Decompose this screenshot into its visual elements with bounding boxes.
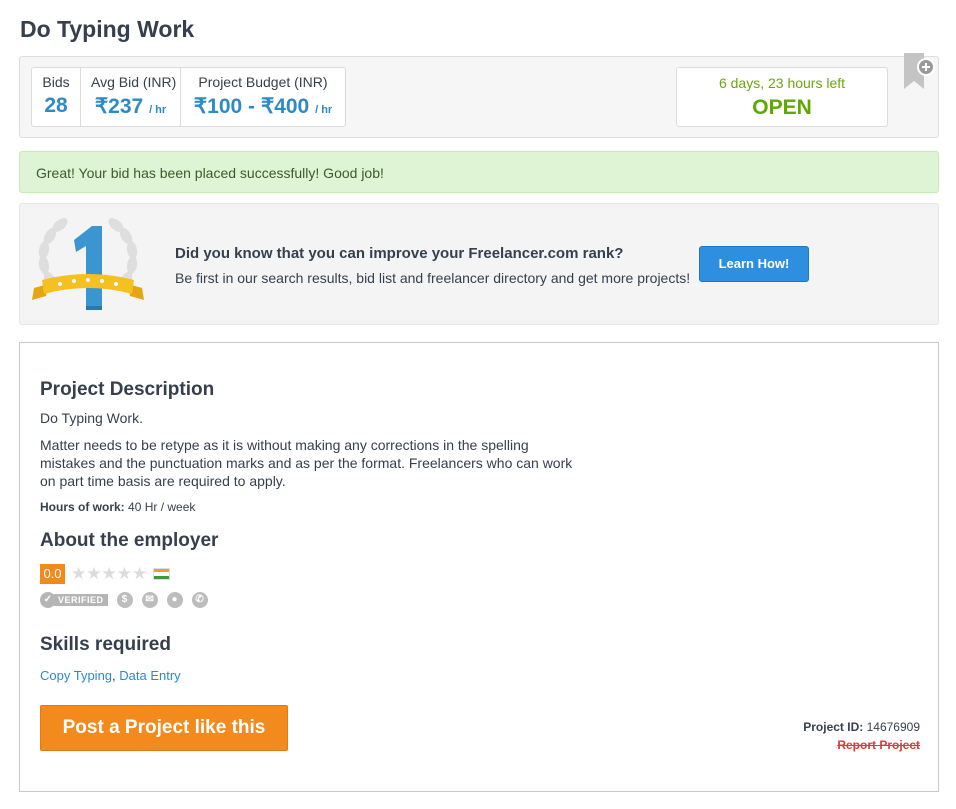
stats-box: Bids 28 Avg Bid (INR) ₹237 / hr Project … xyxy=(31,67,346,127)
payment-verified-icon: $ xyxy=(116,592,133,608)
avg-bid-value: ₹237 xyxy=(94,95,144,118)
rating-badge: 0.0 xyxy=(40,564,65,584)
project-details-card: Project Description Do Typing Work. Matt… xyxy=(19,342,939,792)
project-status-box: 6 days, 23 hours left OPEN xyxy=(676,67,888,127)
budget-value: ₹100 - ₹400 xyxy=(193,95,310,118)
skills-required-heading: Skills required xyxy=(40,634,171,655)
project-id-label: Project ID: xyxy=(803,720,864,734)
description-lead: Do Typing Work. xyxy=(40,410,143,426)
india-flag-icon xyxy=(153,568,171,580)
rating-stars-icon: ★★★★★ xyxy=(71,564,148,583)
avg-bid-stat: Avg Bid (INR) ₹237 / hr xyxy=(80,68,180,126)
budget-unit: / hr xyxy=(315,104,333,116)
employer-rating-row: 0.0 ★★★★★ xyxy=(40,564,171,584)
phone-verified-icon: ✆ xyxy=(191,592,208,608)
description-body: Matter needs to be retype as it is witho… xyxy=(40,437,573,489)
skill-link-data-entry[interactable]: Data Entry xyxy=(119,668,180,683)
bids-value: 28 xyxy=(44,94,68,117)
verified-badge: ✓ VERIFIED xyxy=(40,592,108,608)
learn-how-button[interactable]: Learn How! xyxy=(699,246,809,282)
report-project-link[interactable]: Report Project xyxy=(837,738,920,752)
budget-value-row: ₹100 - ₹400 / hr xyxy=(191,94,335,119)
rank-one-badge-icon xyxy=(32,218,144,310)
project-description-heading: Project Description xyxy=(40,379,215,400)
verification-row: ✓ VERIFIED $ ✉ ● ✆ xyxy=(40,591,208,609)
verified-label: VERIFIED xyxy=(54,594,108,606)
promo-heading: Did you know that you can improve your F… xyxy=(175,245,624,262)
email-verified-icon: ✉ xyxy=(141,592,158,608)
bid-success-alert: Great! Your bid has been placed successf… xyxy=(19,151,939,193)
bookmark-add-icon[interactable] xyxy=(900,53,936,95)
page-title: Do Typing Work xyxy=(20,16,195,42)
avg-bid-unit: / hr xyxy=(149,104,167,116)
status-badge: OPEN xyxy=(752,96,812,119)
bids-label: Bids xyxy=(42,74,70,90)
avg-bid-value-row: ₹237 / hr xyxy=(91,94,170,119)
avg-bid-label: Avg Bid (INR) xyxy=(91,74,177,90)
project-id-value: 14676909 xyxy=(866,720,920,734)
profile-verified-icon: ● xyxy=(166,592,183,608)
project-id: Project ID: 14676909 xyxy=(803,720,920,734)
promo-text: Be first in our search results, bid list… xyxy=(175,270,691,286)
budget-label: Project Budget (INR) xyxy=(198,74,328,90)
time-left: 6 days, 23 hours left xyxy=(718,75,846,91)
post-project-like-this-button[interactable]: Post a Project like this xyxy=(40,705,288,751)
budget-stat: Project Budget (INR) ₹100 - ₹400 / hr xyxy=(180,68,345,126)
project-stats-panel: Bids 28 Avg Bid (INR) ₹237 / hr Project … xyxy=(19,53,939,138)
skill-link-copy-typing[interactable]: Copy Typing xyxy=(40,668,112,683)
bids-stat: Bids 28 xyxy=(32,68,80,126)
rank-promo-panel: Did you know that you can improve your F… xyxy=(19,203,939,325)
hours-of-work: Hours of work: 40 Hr / week xyxy=(40,500,195,514)
about-employer-heading: About the employer xyxy=(40,530,219,551)
skills-list: Copy Typing, Data Entry xyxy=(40,668,181,683)
hours-value: 40 Hr / week xyxy=(128,500,196,514)
hours-label: Hours of work: xyxy=(40,500,125,514)
